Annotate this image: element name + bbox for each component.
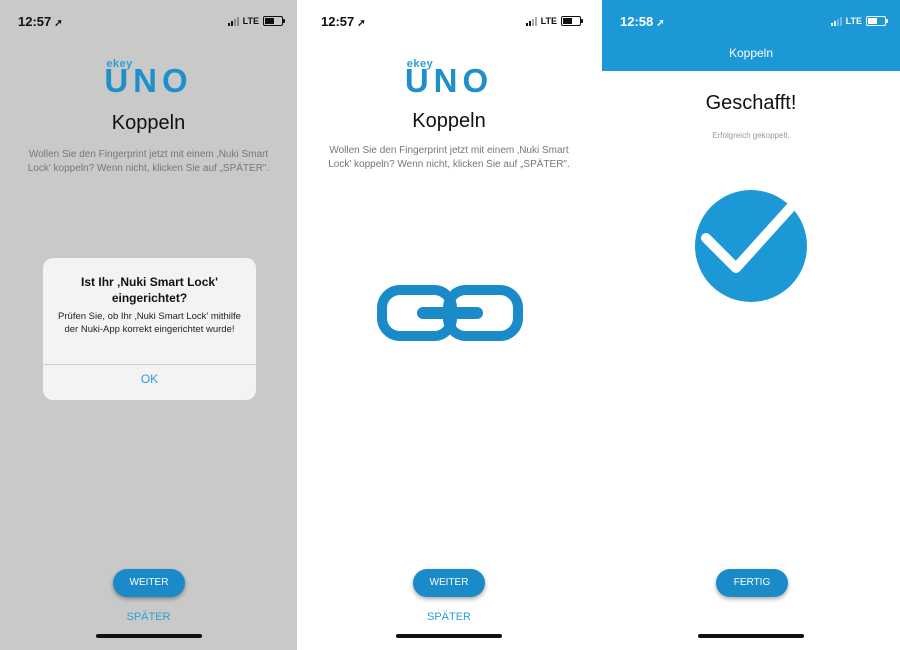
home-indicator (95, 634, 202, 638)
fertig-button[interactable]: FERTIG (716, 569, 788, 597)
chain-link-icon (377, 285, 523, 341)
battery-icon (561, 16, 583, 26)
status-bar: 12:58 ➚ LTE (602, 0, 900, 40)
spaeter-link[interactable]: SPÄTER (303, 611, 595, 623)
checkmark-glyph-icon (701, 201, 797, 273)
logo-uno-text: UNO (404, 62, 494, 99)
screen-pairing-intro: 12:57 ➚ LTE ekey UNO Koppeln Wollen Sie d… (303, 0, 595, 650)
signal-icon (830, 16, 842, 26)
screen-pairing-success: 12:58 ➚ LTE Koppeln Geschafft! Erfolgreic… (602, 0, 900, 650)
weiter-button[interactable]: WEITER (113, 569, 185, 597)
status-bar: 12:57 ➚ LTE (0, 0, 297, 40)
nav-title: Koppeln (728, 46, 774, 60)
status-indicators: LTE (830, 15, 888, 27)
battery-icon (263, 16, 285, 26)
spaeter-link[interactable]: SPÄTER (0, 611, 297, 623)
alert-dialog: Ist Ihr ‚Nuki Smart Lock' eingerichtet? … (43, 258, 256, 400)
ekey-uno-logo: ekey UNO (0, 58, 297, 97)
location-arrow-icon: ➚ (357, 18, 366, 29)
location-arrow-icon: ➚ (54, 18, 63, 29)
status-indicators: LTE (227, 15, 285, 27)
success-title: Geschafft! (705, 92, 797, 114)
location-arrow-icon: ➚ (656, 18, 665, 29)
page-title: Koppeln (412, 110, 486, 132)
dialog-ok-button[interactable]: OK (43, 372, 256, 386)
signal-icon (525, 16, 537, 26)
page-title: Koppeln (111, 112, 186, 134)
status-time: 12:57 ➚ (321, 14, 366, 29)
dialog-message: Prüfen Sie, ob Ihr ‚Nuki Smart Lock' mit… (58, 311, 241, 335)
network-type: LTE (540, 16, 557, 26)
page-description: Wollen Sie den Fingerprint jetzt mit ein… (328, 145, 570, 170)
logo-uno-text: UNO (104, 62, 193, 99)
status-bar: 12:57 ➚ LTE (303, 0, 595, 40)
network-type: LTE (845, 16, 862, 26)
weiter-button[interactable]: WEITER (413, 569, 485, 597)
signal-icon (227, 16, 239, 26)
status-indicators: LTE (525, 15, 583, 27)
battery-icon (866, 16, 888, 26)
success-subtitle: Erfolgreich gekoppelt. (712, 131, 790, 140)
page-description: Wollen Sie den Fingerprint jetzt mit ein… (27, 149, 270, 174)
status-time: 12:58 ➚ (620, 14, 665, 29)
status-time: 12:57 ➚ (18, 14, 63, 29)
nav-bar: 12:58 ➚ LTE Koppeln (602, 0, 900, 71)
screen-pairing-dialog: 12:57 ➚ LTE ekey UNO Koppeln Wollen Sie d… (0, 0, 297, 650)
home-indicator (396, 634, 502, 638)
dialog-divider (43, 364, 256, 365)
dialog-title: Ist Ihr ‚Nuki Smart Lock' eingerichtet? (81, 275, 218, 305)
home-indicator (698, 634, 804, 638)
network-type: LTE (242, 16, 259, 26)
ekey-uno-logo: ekey UNO (303, 58, 595, 97)
